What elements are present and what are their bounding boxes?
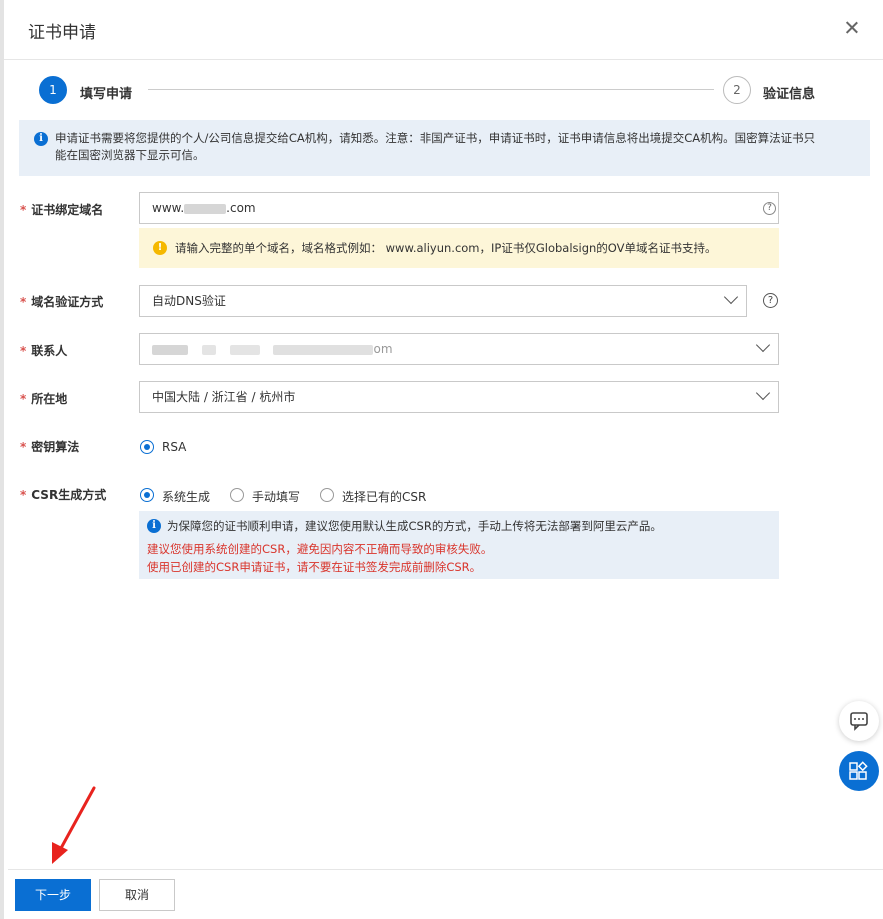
- verify-method-select[interactable]: 自动DNS验证: [139, 285, 747, 317]
- notice-line-1: 申请证书需要将您提供的个人/公司信息提交给CA机构，请知悉。注意：非国产证书，申…: [55, 131, 816, 145]
- location-select[interactable]: 中国大陆 / 浙江省 / 杭州市: [139, 381, 779, 413]
- location-label: * 所在地: [20, 390, 67, 407]
- domain-hint-text: 请输入完整的单个域名，域名格式例如： www.aliyun.com，IP证书仅G…: [175, 241, 717, 255]
- required-mark: *: [20, 392, 27, 406]
- domain-value-prefix: www.: [152, 201, 185, 215]
- verify-method-label: * 域名验证方式: [20, 293, 103, 310]
- step-1-label: 填写申请: [80, 87, 133, 102]
- question-icon[interactable]: ?: [763, 202, 776, 215]
- info-icon: i: [34, 132, 48, 146]
- domain-label-text: 证书绑定域名: [31, 203, 104, 217]
- step-2-label: 验证信息: [763, 87, 816, 102]
- chevron-down-icon: [755, 385, 771, 401]
- csr-method-label: * CSR生成方式: [20, 486, 106, 503]
- certificate-application-dialog: 证书申请 1 填写申请 2 验证信息 i 申请证书需要将您提供的个人/公司信息提…: [0, 0, 883, 919]
- csr-method-label-text: CSR生成方式: [31, 488, 107, 502]
- required-mark: *: [20, 440, 27, 454]
- info-icon: i: [147, 519, 161, 533]
- redacted-text: [152, 344, 188, 355]
- csr-info-box: i 为保障您的证书顺利申请，建议您使用默认生成CSR的方式，手动上传将无法部署到…: [139, 511, 779, 579]
- required-mark: *: [20, 295, 27, 309]
- dialog-title: 证书申请: [28, 23, 96, 43]
- contact-select[interactable]: om: [139, 333, 779, 365]
- radio-csr-existing-label[interactable]: 选择已有的CSR: [342, 488, 426, 505]
- domain-hint-box: ! 请输入完整的单个域名，域名格式例如： www.aliyun.com，IP证书…: [139, 228, 779, 268]
- verify-method-label-text: 域名验证方式: [31, 295, 104, 309]
- radio-rsa[interactable]: [140, 440, 154, 454]
- redacted-text: [184, 203, 227, 214]
- next-button[interactable]: 下一步: [15, 879, 91, 911]
- annotation-arrow: [52, 786, 96, 864]
- domain-value-suffix: .com: [226, 201, 256, 215]
- key-algorithm-label-text: 密钥算法: [31, 440, 80, 454]
- cancel-button[interactable]: 取消: [99, 879, 175, 911]
- key-algorithm-label: * 密钥算法: [20, 438, 79, 455]
- radio-csr-system-label[interactable]: 系统生成: [162, 488, 210, 505]
- warning-icon: !: [153, 241, 167, 255]
- apps-icon: [849, 761, 868, 780]
- domain-field-label: * 证书绑定域名: [20, 201, 103, 218]
- step-connector: [148, 89, 714, 90]
- required-mark: *: [20, 203, 27, 217]
- required-mark: *: [20, 344, 27, 358]
- redacted-text: [273, 344, 374, 355]
- radio-csr-existing[interactable]: [320, 488, 334, 502]
- radio-csr-manual-label[interactable]: 手动填写: [252, 488, 300, 505]
- chevron-down-icon: [755, 337, 771, 353]
- location-label-text: 所在地: [31, 392, 68, 406]
- notice-banner: i 申请证书需要将您提供的个人/公司信息提交给CA机构，请知悉。注意：非国产证书…: [19, 120, 870, 176]
- radio-csr-manual[interactable]: [230, 488, 244, 502]
- question-icon[interactable]: ?: [763, 293, 778, 308]
- notice-line-2: 能在国密浏览器下显示可信。: [55, 148, 205, 162]
- csr-warning-1: 建议您使用系统创建的CSR，避免因内容不正确而导致的审核失败。: [147, 542, 493, 556]
- location-value: 中国大陆 / 浙江省 / 杭州市: [152, 390, 296, 404]
- redacted-text: [201, 344, 216, 355]
- domain-input[interactable]: www. .com ?: [139, 192, 779, 224]
- verify-method-value: 自动DNS验证: [152, 294, 226, 308]
- csr-info-text: 为保障您的证书顺利申请，建议您使用默认生成CSR的方式，手动上传将无法部署到阿里…: [167, 519, 662, 533]
- required-mark: *: [20, 488, 27, 502]
- chevron-down-icon: [723, 289, 739, 305]
- contact-value-fragment: om: [373, 342, 393, 356]
- chat-icon: [850, 712, 868, 731]
- csr-warning-2: 使用已创建的CSR申请证书，请不要在证书签发完成前删除CSR。: [147, 560, 482, 574]
- step-1-indicator: 1: [39, 76, 67, 104]
- contact-label: * 联系人: [20, 342, 67, 359]
- redacted-text: [229, 344, 260, 355]
- radio-csr-system[interactable]: [140, 488, 154, 502]
- contact-label-text: 联系人: [31, 344, 68, 358]
- apps-button[interactable]: [839, 751, 879, 791]
- radio-rsa-label[interactable]: RSA: [162, 440, 186, 454]
- dialog-header: 证书申请: [4, 0, 883, 60]
- step-2-indicator: 2: [723, 76, 751, 104]
- chat-button[interactable]: [839, 701, 879, 741]
- close-icon[interactable]: [842, 18, 862, 38]
